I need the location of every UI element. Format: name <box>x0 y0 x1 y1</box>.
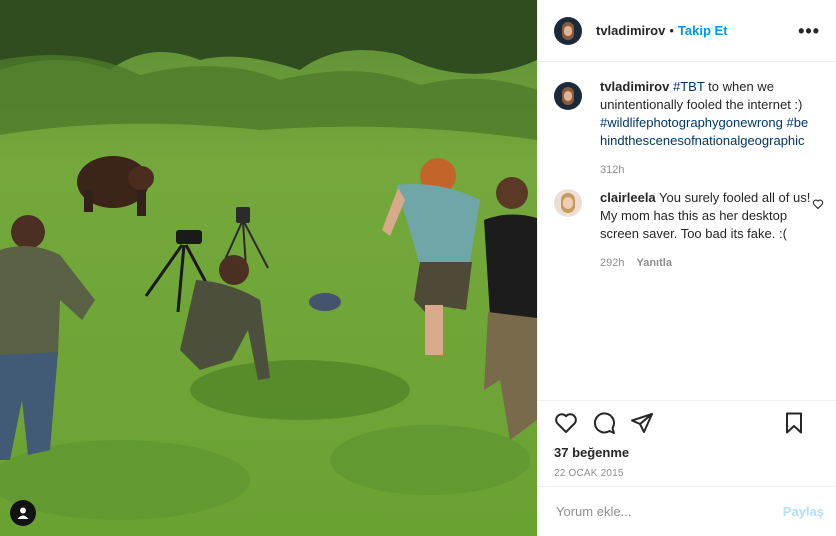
photo-illustration <box>0 0 537 536</box>
reply-button[interactable]: Yanıtla <box>636 257 671 269</box>
post-actions: 37 beğenme 22 OCAK 2015 <box>538 400 836 486</box>
heart-icon[interactable] <box>554 411 578 435</box>
caption-text: tvladimirov #TBT to when we unintentiona… <box>600 78 812 150</box>
bookmark-icon[interactable] <box>782 411 806 435</box>
comment-input[interactable] <box>554 503 783 520</box>
comment-username[interactable]: clairleela <box>600 190 656 205</box>
person-icon <box>17 507 29 519</box>
commenter-avatar[interactable] <box>554 189 582 217</box>
separator-dot: • <box>669 23 674 38</box>
author-avatar[interactable] <box>554 16 582 45</box>
action-icons <box>554 411 820 435</box>
comment-text: clairleela You surely fooled all of us! … <box>600 189 812 243</box>
author-username[interactable]: tvladimirov <box>596 23 665 38</box>
post-sidebar: tvladimirov • Takip Et ••• tvladimirov #… <box>537 0 836 536</box>
caption: tvladimirov #TBT to when we unintentiona… <box>554 78 820 176</box>
add-comment-bar: Paylaş <box>538 486 836 536</box>
caption-meta: 312h <box>600 164 812 176</box>
comment-like-icon[interactable] <box>812 197 824 269</box>
more-options-icon[interactable]: ••• <box>798 22 820 40</box>
post-comment-button[interactable]: Paylaş <box>783 504 824 519</box>
share-icon[interactable] <box>630 411 654 435</box>
comment-time[interactable]: 292h <box>600 257 624 269</box>
follow-button[interactable]: Takip Et <box>678 23 728 38</box>
caption-avatar[interactable] <box>554 82 582 110</box>
post-date[interactable]: 22 OCAK 2015 <box>554 468 820 479</box>
comment-icon[interactable] <box>592 411 616 435</box>
likes-count[interactable]: 37 beğenme <box>554 445 820 460</box>
post-header: tvladimirov • Takip Et ••• <box>538 0 836 62</box>
comment-meta: 292h Yanıtla <box>600 257 812 269</box>
tagged-users-icon[interactable] <box>10 500 36 526</box>
caption-username[interactable]: tvladimirov <box>600 79 669 94</box>
comments-section: tvladimirov #TBT to when we unintentiona… <box>538 62 836 400</box>
comment-item: clairleela You surely fooled all of us! … <box>554 189 824 269</box>
hashtag-link[interactable]: #TBT <box>673 79 705 94</box>
hashtag-link[interactable]: #wildlifephotographygonewrong <box>600 115 783 130</box>
post-photo[interactable] <box>0 0 537 536</box>
caption-time[interactable]: 312h <box>600 164 624 176</box>
